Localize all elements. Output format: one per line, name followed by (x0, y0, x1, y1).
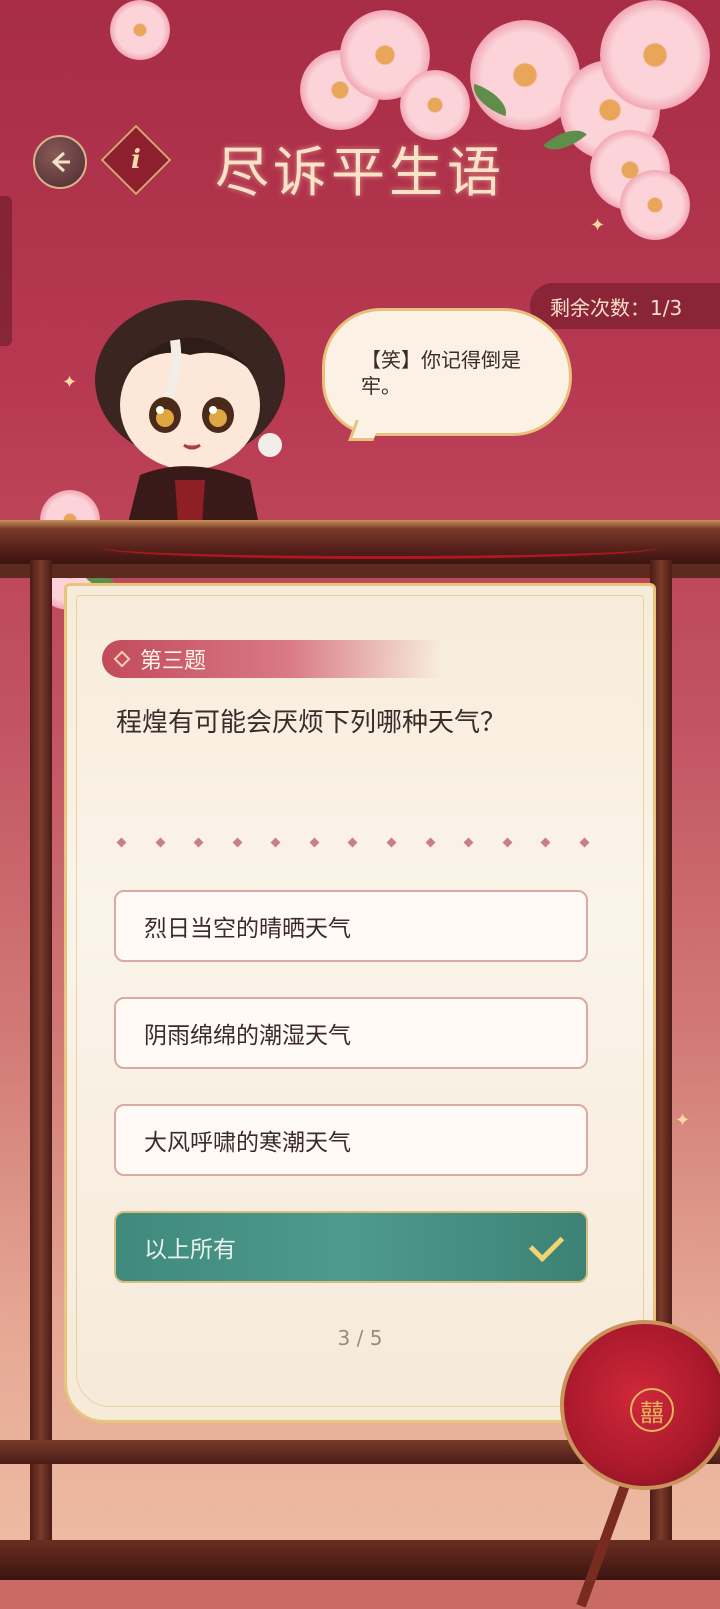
question-number-label: 第三题 (140, 649, 207, 674)
answer-option-1[interactable]: 烈日当空的晴晒天气 (114, 890, 588, 962)
back-arrow-icon (51, 151, 70, 173)
question-number-tag: 第三题 (102, 640, 442, 678)
info-icon: i (131, 145, 141, 175)
ground-strip (0, 1580, 720, 1609)
info-button[interactable]: i (100, 124, 172, 196)
dotted-divider (116, 836, 590, 848)
frame-top-lintel (0, 564, 720, 578)
diamond-icon (113, 650, 131, 668)
answer-option-4-selected[interactable]: 以上所有 (114, 1211, 588, 1283)
frame-base (0, 1540, 720, 1580)
question-text: 程煌有可能会厌烦下列哪种天气？ (116, 708, 507, 738)
remaining-attempts-badge: 剩余次数：1/3 (530, 283, 720, 329)
speech-bubble: 【笑】你记得倒是牢。 (322, 308, 572, 436)
red-rope (100, 536, 660, 559)
character-avatar (95, 300, 285, 555)
answer-option-label: 阴雨绵绵的潮湿天气 (144, 1023, 351, 1049)
answer-option-label: 烈日当空的晴晒天气 (144, 916, 351, 942)
answer-option-2[interactable]: 阴雨绵绵的潮湿天气 (114, 997, 588, 1069)
frame-left-post (30, 560, 52, 1550)
page-title: 尽诉平生语 (215, 141, 505, 204)
answer-option-3[interactable]: 大风呼啸的寒潮天气 (114, 1104, 588, 1176)
answer-option-label: 大风呼啸的寒潮天气 (144, 1130, 351, 1156)
double-happiness-icon: 囍 (630, 1388, 674, 1432)
speech-text: 【笑】你记得倒是牢。 (361, 348, 521, 398)
side-drawer-handle[interactable] (0, 196, 12, 346)
back-button[interactable] (33, 135, 87, 189)
answer-option-label: 以上所有 (144, 1237, 236, 1263)
checkmark-icon (528, 1226, 565, 1263)
